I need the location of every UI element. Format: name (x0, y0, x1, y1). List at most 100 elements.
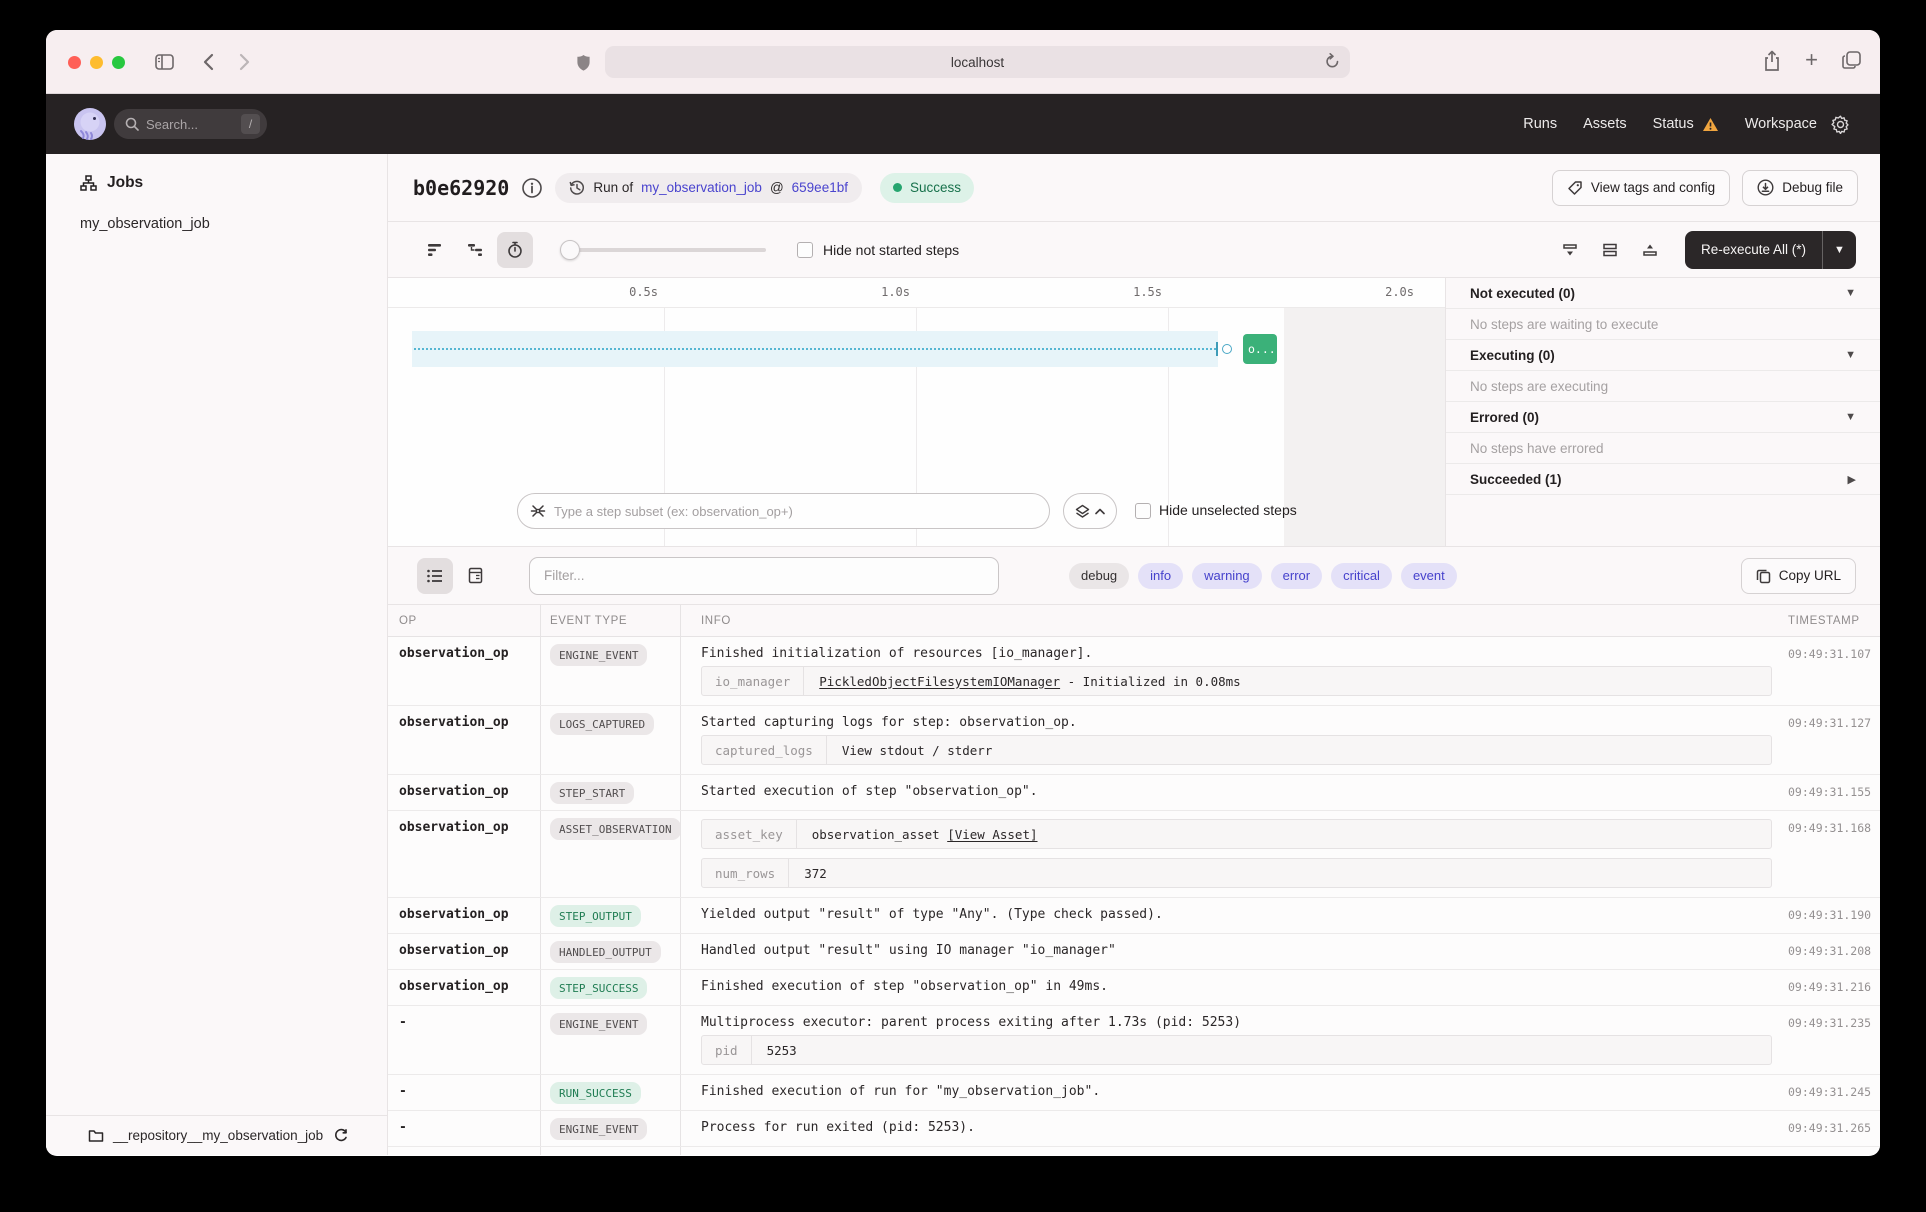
log-row[interactable]: observation_opSTEP_STARTStarted executio… (388, 775, 1880, 811)
log-list-view-icon[interactable] (417, 558, 453, 594)
gantt-waterfall-view-icon[interactable] (457, 232, 493, 268)
log-level-critical[interactable]: critical (1331, 563, 1392, 589)
debug-file-button[interactable]: Debug file (1742, 170, 1858, 206)
log-timestamp: 09:49:31.216 (1778, 970, 1880, 1005)
reload-repository-icon[interactable] (334, 1128, 348, 1143)
graph-query-toggle-button[interactable] (1063, 493, 1117, 529)
col-op: OP (388, 605, 540, 636)
search-input[interactable] (146, 117, 234, 132)
log-table-body: observation_opENGINE_EVENTFinished initi… (388, 637, 1880, 1155)
share-icon[interactable] (1763, 50, 1781, 77)
log-filter-input[interactable] (529, 557, 999, 595)
log-event-type-cell: ENGINE_EVENT (540, 1006, 680, 1074)
top-nav: Runs Assets Status Workspace (1523, 116, 1817, 132)
tabs-overview-icon[interactable] (1842, 50, 1862, 77)
view-tags-config-button[interactable]: View tags and config (1552, 170, 1730, 206)
log-event-type-cell: ASSET_OBSERVATION (540, 811, 680, 897)
log-row[interactable]: observation_opENGINE_EVENTFinished initi… (388, 637, 1880, 706)
chevron-down-icon[interactable]: ▼ (1845, 349, 1856, 361)
close-window-button[interactable] (68, 56, 81, 69)
log-structured-view-icon[interactable] (457, 558, 493, 594)
zoom-slider-track[interactable] (560, 248, 766, 252)
log-timestamp: 09:49:31.127 (1778, 706, 1880, 774)
log-level-warning[interactable]: warning (1192, 563, 1262, 589)
run-page: b0e62920 Run of my_observation_job @ 659… (388, 154, 1880, 1155)
log-row[interactable]: -ENGINE_EVENTProcess for run exited (pid… (388, 1111, 1880, 1147)
settings-gear-icon[interactable] (1831, 115, 1850, 134)
log-row[interactable]: observation_opSTEP_OUTPUTYielded output … (388, 898, 1880, 934)
gantt-dotted-line (414, 348, 1216, 350)
log-event-type-cell: LOGS_CAPTURED (540, 706, 680, 774)
reload-icon[interactable] (1325, 53, 1340, 73)
gantt-step-bar[interactable]: o... (1243, 334, 1277, 364)
gantt-timed-view-icon[interactable] (497, 232, 533, 268)
global-search[interactable]: / (114, 109, 267, 139)
metadata-link[interactable]: [View Asset] (947, 827, 1037, 842)
back-icon[interactable] (196, 50, 220, 74)
chevron-down-icon[interactable]: ▼ (1845, 287, 1856, 299)
log-row[interactable]: -RUN_SUCCESSFinished execution of run fo… (388, 1075, 1880, 1111)
chevron-right-icon[interactable]: ▶ (1848, 473, 1856, 486)
shield-icon (571, 51, 595, 75)
log-level-event[interactable]: event (1401, 563, 1457, 589)
log-row[interactable]: observation_op ASSET_OBSERVATION asset_key… (388, 811, 1880, 898)
status-section-header[interactable]: Errored (0)▼ (1446, 402, 1880, 433)
log-row[interactable]: observation_opHANDLED_OUTPUTHandled outp… (388, 934, 1880, 970)
metadata-key: asset_key (702, 820, 797, 848)
log-level-error[interactable]: error (1271, 563, 1322, 589)
info-icon[interactable] (521, 177, 543, 199)
log-table-header: OP EVENT TYPE INFO TIMESTAMP (388, 605, 1880, 637)
expand-panel-icon[interactable] (1632, 232, 1668, 268)
step-subset-input[interactable] (554, 504, 1037, 519)
zoom-slider[interactable] (560, 240, 766, 260)
collapse-panel-icon[interactable] (1552, 232, 1588, 268)
minimize-window-button[interactable] (90, 56, 103, 69)
status-section-title: Errored (0) (1470, 410, 1845, 425)
sidebar-job-item[interactable]: my_observation_job (80, 216, 387, 232)
metadata-link[interactable]: PickledObjectFilesystemIOManager (819, 674, 1060, 689)
log-op: observation_op (388, 970, 540, 1005)
job-link[interactable]: my_observation_job (641, 180, 762, 195)
log-row[interactable]: observation_opSTEP_SUCCESSFinished execu… (388, 970, 1880, 1006)
zoom-window-button[interactable] (112, 56, 125, 69)
log-op: observation_op (388, 811, 540, 897)
log-row[interactable]: -ENGINE_EVENTMultiprocess executor: pare… (388, 1006, 1880, 1075)
url-bar[interactable]: localhost (605, 46, 1350, 78)
zoom-slider-knob[interactable] (560, 240, 580, 260)
nav-item-workspace[interactable]: Workspace (1745, 116, 1817, 132)
new-tab-icon[interactable]: + (1805, 50, 1818, 77)
log-row[interactable]: observation_opLOGS_CAPTUREDStarted captu… (388, 706, 1880, 775)
event-type-chip: STEP_START (550, 782, 634, 804)
log-info-cell: Process for run exited (pid: 5253). (680, 1111, 1778, 1146)
log-op: observation_op (388, 775, 540, 810)
gantt-tick-label: 1.0s (848, 285, 910, 299)
metadata-entry: io_managerPickledObjectFilesystemIOManag… (701, 666, 1772, 696)
forward-icon[interactable] (232, 50, 256, 74)
nav-item-status[interactable]: Status (1653, 116, 1719, 132)
nav-item-runs[interactable]: Runs (1523, 116, 1557, 132)
dagster-logo-icon[interactable] (73, 107, 107, 141)
snapshot-link[interactable]: 659ee1bf (792, 180, 848, 195)
status-section-header[interactable]: Not executed (0)▼ (1446, 278, 1880, 309)
split-rows-icon[interactable] (1592, 232, 1628, 268)
sidebar-toggle-icon[interactable] (152, 50, 176, 74)
step-subset-field[interactable] (517, 493, 1050, 529)
log-level-info[interactable]: info (1138, 563, 1183, 589)
nav-item-assets[interactable]: Assets (1583, 116, 1627, 132)
reexecute-split-button: Re-execute All (*) ▼ (1685, 231, 1856, 269)
col-event-type: EVENT TYPE (540, 605, 680, 636)
gantt-flat-view-icon[interactable] (417, 232, 453, 268)
status-section-header[interactable]: Succeeded (1)▶ (1446, 464, 1880, 495)
event-type-chip: ENGINE_EVENT (550, 1013, 647, 1035)
hide-unselected-checkbox[interactable] (1135, 503, 1151, 519)
reexecute-dropdown-button[interactable]: ▼ (1822, 231, 1856, 269)
reexecute-all-button[interactable]: Re-execute All (*) (1685, 231, 1822, 269)
repository-footer[interactable]: __repository__my_observation_job (46, 1115, 387, 1155)
log-level-debug[interactable]: debug (1069, 563, 1129, 589)
status-section-title: Not executed (0) (1470, 286, 1845, 301)
status-section-header[interactable]: Executing (0)▼ (1446, 340, 1880, 371)
chevron-down-icon[interactable]: ▼ (1845, 411, 1856, 423)
hide-not-started-checkbox[interactable] (797, 242, 813, 258)
event-type-chip: ASSET_OBSERVATION (550, 818, 681, 840)
copy-url-button[interactable]: Copy URL (1741, 558, 1856, 594)
